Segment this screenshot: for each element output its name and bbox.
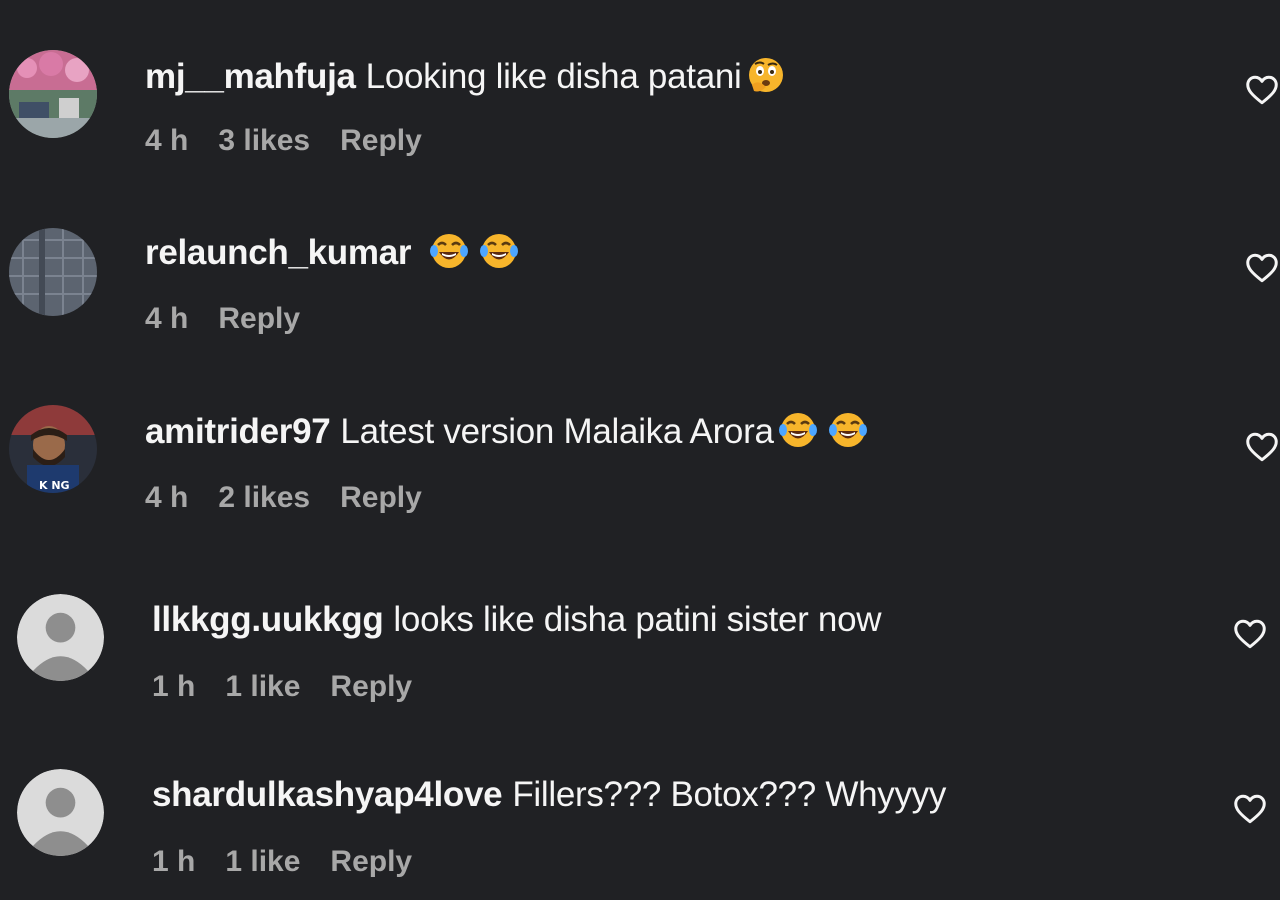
comment-meta: 1 h 1 like Reply <box>152 844 442 880</box>
svg-text:K NG: K NG <box>39 479 70 492</box>
comment-username[interactable]: llkkgg.uukkgg <box>152 600 384 639</box>
avatar-photo-icon: K NG <box>9 405 97 493</box>
comment-body: looks like disha patini sister now <box>393 600 882 639</box>
tears-of-joy-emoji-icon <box>778 410 818 450</box>
comment-meta: 1 h 1 like Reply <box>152 669 442 705</box>
like-heart-icon[interactable] <box>1244 429 1280 465</box>
like-heart-icon[interactable] <box>1232 616 1268 652</box>
comment-username[interactable]: amitrider97 <box>145 412 331 451</box>
comment-likes[interactable]: 1 like <box>225 845 300 878</box>
comment-text-line: mj__mahfuja Looking like disha patani <box>145 55 786 99</box>
comment-item: mj__mahfuja Looking like disha patani 4 h… <box>0 50 1280 180</box>
comment-time: 4 h <box>145 124 189 157</box>
comment-time: 1 h <box>152 845 196 878</box>
comment-meta: 4 h 3 likes Reply <box>145 123 452 159</box>
comment-username[interactable]: mj__mahfuja <box>145 57 356 96</box>
comment-text-line: llkkgg.uukkgg looks like disha patini sis… <box>152 598 882 642</box>
comment-username[interactable]: shardulkashyap4love <box>152 775 503 814</box>
default-person-icon <box>17 769 104 856</box>
default-person-icon <box>17 594 104 681</box>
comment-body: Latest version Malaika Arora <box>340 412 774 451</box>
avatar[interactable] <box>9 50 97 138</box>
comment-item: shardulkashyap4love Fillers??? Botox??? W… <box>0 769 1280 899</box>
comment-time: 4 h <box>145 481 189 514</box>
tears-of-joy-emoji-icon <box>479 231 519 271</box>
comment-meta: 4 h Reply <box>145 301 330 337</box>
avatar[interactable]: K NG <box>9 405 97 493</box>
avatar-photo-icon <box>9 50 97 138</box>
avatar[interactable] <box>17 769 104 856</box>
comment-text-line: relaunch_kumar <box>145 231 519 275</box>
avatar[interactable] <box>17 594 104 681</box>
comment-likes[interactable]: 3 likes <box>218 124 310 157</box>
comment-body: Looking like disha patani <box>365 57 742 96</box>
reply-button[interactable]: Reply <box>340 481 422 514</box>
comment-item: relaunch_kumar 4 h Reply <box>0 228 1280 358</box>
reply-button[interactable]: Reply <box>330 670 412 703</box>
reply-button[interactable]: Reply <box>330 845 412 878</box>
comment-meta: 4 h 2 likes Reply <box>145 480 452 516</box>
like-heart-icon[interactable] <box>1232 791 1268 827</box>
comment-time: 1 h <box>152 670 196 703</box>
comment-time: 4 h <box>145 302 189 335</box>
comment-body: Fillers??? Botox??? Whyyyy <box>512 775 947 814</box>
like-heart-icon[interactable] <box>1244 250 1280 286</box>
avatar[interactable] <box>9 228 97 316</box>
avatar-photo-icon <box>9 228 97 316</box>
face-with-hand-emoji-icon <box>746 55 786 95</box>
tears-of-joy-emoji-icon <box>828 410 868 450</box>
comment-item: K NG amitrider97 Latest version Malaika A… <box>0 405 1280 535</box>
reply-button[interactable]: Reply <box>218 302 300 335</box>
comment-likes[interactable]: 2 likes <box>218 481 310 514</box>
reply-button[interactable]: Reply <box>340 124 422 157</box>
tears-of-joy-emoji-icon <box>429 231 469 271</box>
comment-item: llkkgg.uukkgg looks like disha patini sis… <box>0 594 1280 724</box>
comment-likes[interactable]: 1 like <box>225 670 300 703</box>
comment-text-line: amitrider97 Latest version Malaika Arora <box>145 410 868 454</box>
comment-text-line: shardulkashyap4love Fillers??? Botox??? W… <box>152 773 946 817</box>
comment-username[interactable]: relaunch_kumar <box>145 233 412 272</box>
like-heart-icon[interactable] <box>1244 72 1280 108</box>
